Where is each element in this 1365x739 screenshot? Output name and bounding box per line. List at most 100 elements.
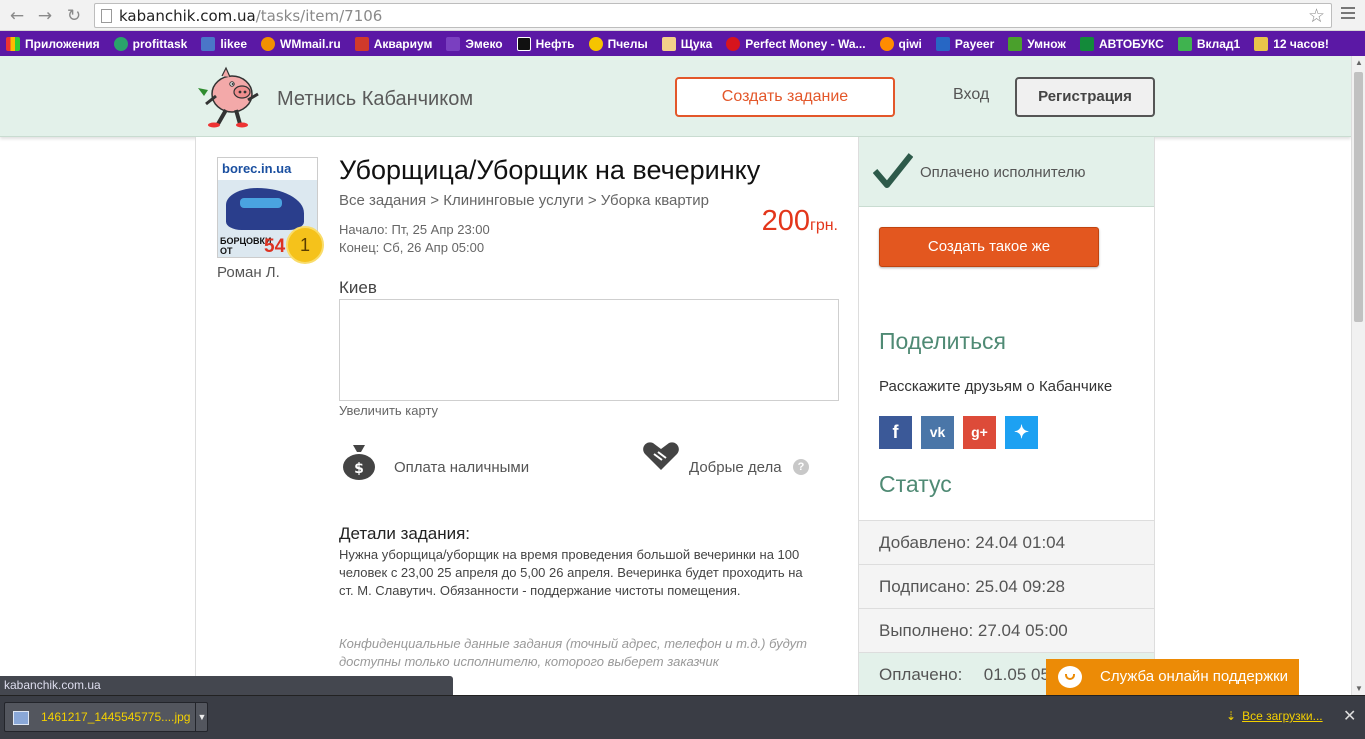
- rating-badge: 1: [286, 226, 324, 264]
- shoe-image: [226, 188, 304, 230]
- status-label: Добавлено:: [879, 533, 971, 552]
- all-downloads-link[interactable]: ⇣ Все загрузки...: [1226, 709, 1323, 723]
- browser-menu-icon[interactable]: [1341, 7, 1355, 21]
- apps-icon: [6, 36, 20, 51]
- download-arrow-icon: ⇣: [1226, 709, 1237, 723]
- task-end-time: Конец: Сб, 26 Апр 05:00: [339, 240, 485, 255]
- bookmark-item[interactable]: Perfect Money - Wa...: [726, 36, 866, 51]
- image-file-icon: [13, 711, 29, 725]
- scrollbar-thumb[interactable]: [1354, 72, 1363, 322]
- avatar-brand-text: borec.in.ua: [218, 158, 317, 180]
- status-value: 01.05 05: [983, 665, 1050, 684]
- login-link[interactable]: Вход: [953, 86, 989, 104]
- page-icon: [101, 9, 112, 23]
- money-bag-icon: $: [343, 445, 375, 480]
- close-icon[interactable]: ✕: [1343, 706, 1356, 726]
- forward-icon[interactable]: →: [35, 6, 55, 26]
- bookmark-item[interactable]: АВТОБУКС: [1079, 36, 1164, 51]
- leaf-icon: [1177, 36, 1192, 51]
- pig-logo-icon[interactable]: [196, 66, 262, 128]
- browser-toolbar: ← → ↻ kabanchik.com.ua/tasks/item/7106 ☆: [0, 0, 1365, 31]
- status-heading: Статус: [879, 471, 952, 497]
- task-content: borec.in.ua БОРЦОВКИ ОТ 54 1 Роман Л. Уб…: [195, 137, 859, 695]
- facebook-icon[interactable]: f: [879, 416, 912, 449]
- bookmark-star-icon[interactable]: ☆: [1308, 5, 1325, 27]
- letter-a-icon: [1079, 36, 1094, 51]
- bookmark-item[interactable]: 12 часов!: [1254, 36, 1329, 51]
- create-task-button[interactable]: Создать задание: [675, 77, 895, 117]
- scroll-down-icon[interactable]: ▼: [1355, 684, 1363, 693]
- paid-status-box: Оплачено исполнителю: [859, 137, 1154, 207]
- qiwi-icon: [879, 36, 894, 51]
- bookmark-item[interactable]: Эмеко: [446, 36, 503, 51]
- address-bar[interactable]: kabanchik.com.ua/tasks/item/7106 ☆: [94, 3, 1332, 28]
- bookmark-item[interactable]: profittask: [113, 36, 187, 51]
- chevron-down-icon[interactable]: ▼: [195, 703, 208, 731]
- help-icon[interactable]: ?: [793, 459, 809, 475]
- status-value: 25.04 09:28: [975, 577, 1065, 596]
- google-plus-icon[interactable]: g+: [963, 416, 996, 449]
- triangle-icon: [1008, 36, 1023, 51]
- status-row-added: Добавлено: 24.04 01:04: [859, 520, 1154, 564]
- map-area[interactable]: [339, 299, 839, 401]
- support-chat-button[interactable]: Служба онлайн поддержки: [1046, 659, 1299, 695]
- bookmark-item[interactable]: Нефть: [516, 36, 575, 51]
- bookmark-item[interactable]: Умнож: [1008, 36, 1066, 51]
- status-value: 24.04 01:04: [975, 533, 1066, 552]
- register-button[interactable]: Регистрация: [1015, 77, 1155, 117]
- bookmark-item[interactable]: Аквариум: [354, 36, 432, 51]
- price-value: 200: [761, 205, 810, 237]
- bookmark-item[interactable]: Приложения: [6, 36, 100, 51]
- bird-icon: [446, 36, 461, 51]
- handshake-heart-icon: [643, 442, 679, 470]
- shoe-stripe: [240, 198, 282, 208]
- pyramid-icon: [1254, 36, 1269, 51]
- good-deeds-label: Добрые дела: [689, 459, 782, 476]
- download-shelf: 1461217_1445545775....jpg ▼ ⇣ Все загрузк…: [0, 695, 1365, 739]
- like-icon: [201, 36, 216, 51]
- all-downloads-label: Все загрузки...: [1242, 709, 1323, 723]
- status-value: 27.04 05:00: [977, 621, 1068, 640]
- download-item[interactable]: 1461217_1445545775....jpg ▼: [4, 702, 208, 732]
- details-heading: Детали задания:: [339, 524, 471, 543]
- status-row-done: Выполнено: 27.04 05:00: [859, 608, 1154, 652]
- bookmark-item[interactable]: WMmail.ru: [261, 36, 341, 51]
- bookmark-item[interactable]: Пчелы: [588, 36, 648, 51]
- vk-icon[interactable]: vk: [921, 416, 954, 449]
- bookmark-item[interactable]: Payeer: [935, 36, 994, 51]
- brand-name[interactable]: Метнись Кабанчиком: [277, 88, 473, 111]
- bookmark-item[interactable]: likee: [201, 36, 247, 51]
- bookmark-item[interactable]: Вклад1: [1177, 36, 1240, 51]
- oil-icon: [516, 36, 531, 51]
- payeer-icon: [935, 36, 950, 51]
- task-sidebar: Оплачено исполнителю Создать такое же По…: [858, 137, 1155, 696]
- back-icon[interactable]: ←: [7, 6, 27, 26]
- payment-method: Оплата наличными: [394, 459, 530, 476]
- breadcrumb[interactable]: Все задания > Клининговые услуги > Уборк…: [339, 192, 709, 209]
- perfect-money-icon: [726, 36, 741, 51]
- confidential-note: Конфиденциальные данные задания (точный …: [339, 636, 808, 669]
- hand-icon: [661, 36, 676, 51]
- status-label: Оплачено:: [879, 665, 963, 684]
- support-label: Служба онлайн поддержки: [1100, 668, 1289, 685]
- status-row-signed: Подписано: 25.04 09:28: [859, 564, 1154, 608]
- status-label: Выполнено:: [879, 621, 974, 640]
- avatar-caption: БОРЦОВКИ ОТ: [220, 236, 272, 256]
- scroll-up-icon[interactable]: ▲: [1355, 58, 1363, 67]
- share-heading: Поделиться: [879, 328, 1007, 354]
- status-url-tooltip: kabanchik.com.ua: [0, 676, 453, 695]
- url-host: kabanchik.com.ua: [119, 7, 256, 25]
- author-name[interactable]: Роман Л.: [217, 264, 280, 281]
- create-same-button[interactable]: Создать такое же: [879, 227, 1099, 267]
- url-path: /tasks/item/7106: [255, 7, 383, 25]
- avatar-price: 54: [264, 236, 286, 257]
- bookmark-item[interactable]: qiwi: [879, 36, 922, 51]
- bookmark-item[interactable]: Щука: [661, 36, 712, 51]
- twitter-icon[interactable]: ✦: [1005, 416, 1038, 449]
- status-label: Подписано:: [879, 577, 971, 596]
- at-icon: [261, 36, 276, 51]
- page-scrollbar[interactable]: ▲ ▼: [1351, 56, 1365, 695]
- share-text: Расскажите друзьям о Кабанчике: [879, 378, 1113, 395]
- enlarge-map-link[interactable]: Увеличить карту: [339, 403, 438, 418]
- reload-icon[interactable]: ↻: [64, 6, 84, 26]
